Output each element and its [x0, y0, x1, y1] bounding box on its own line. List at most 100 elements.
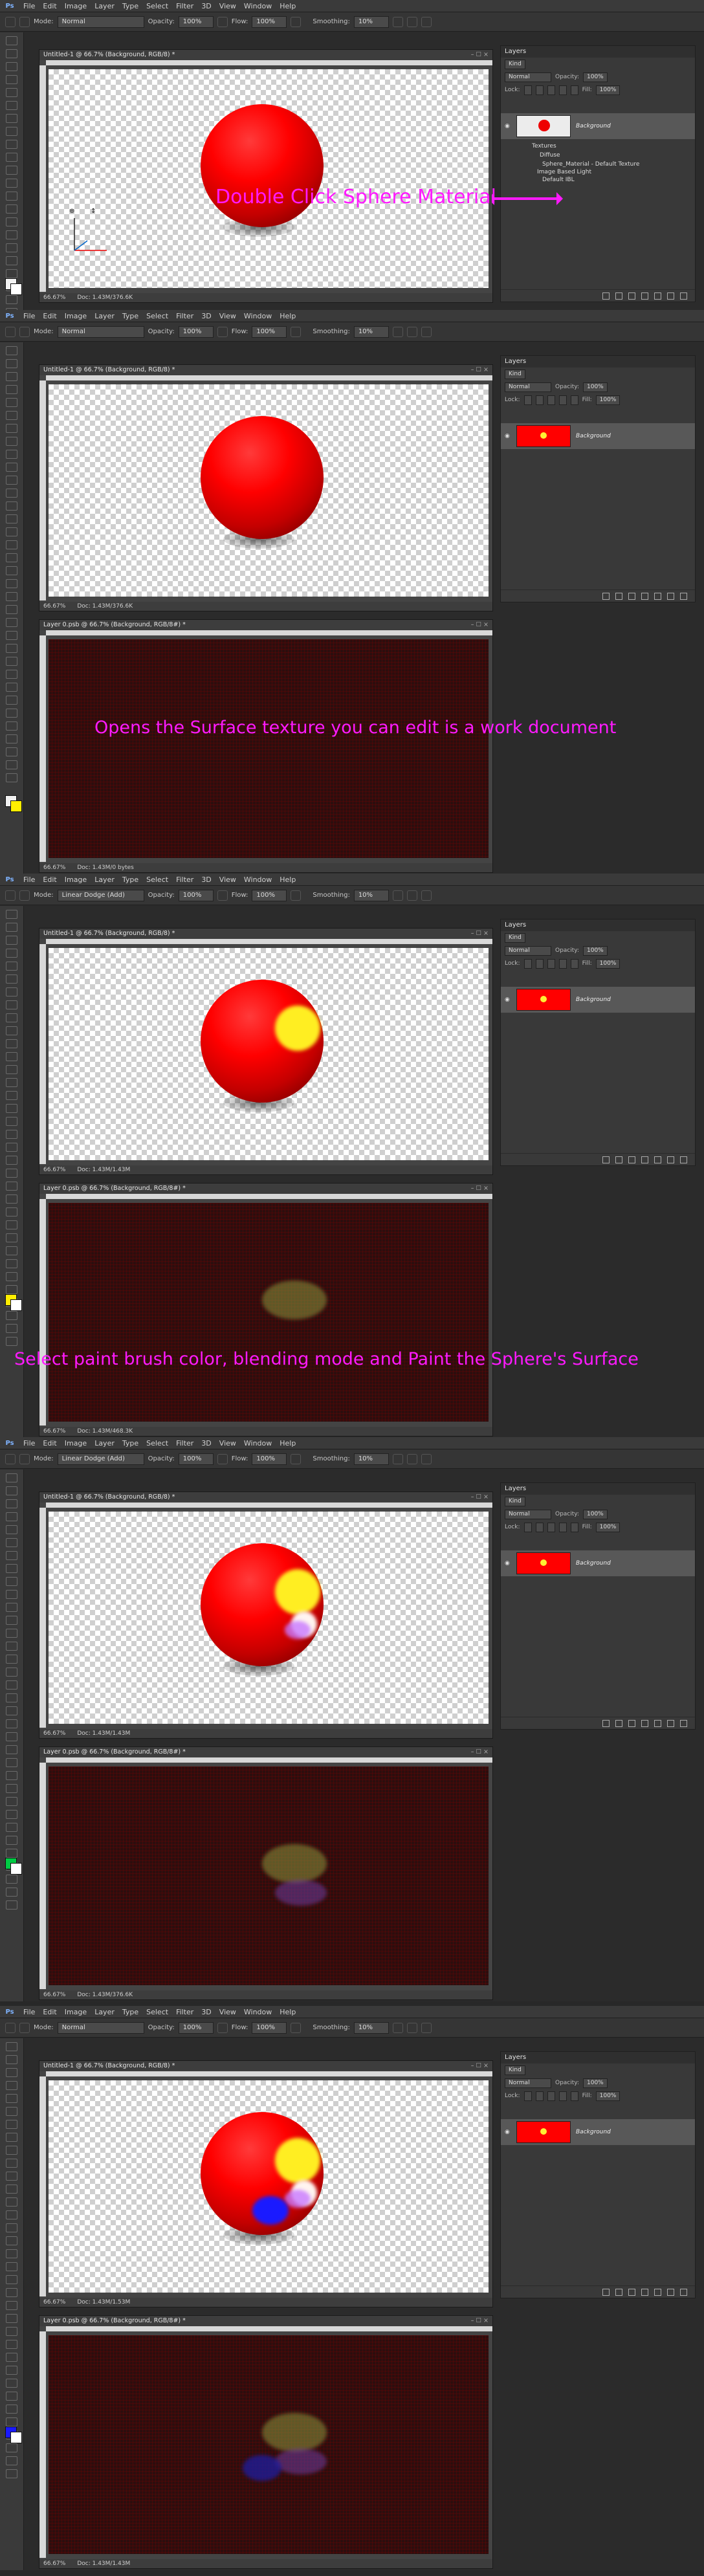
layer-action-icon[interactable]: [680, 2288, 687, 2296]
menu-item-edit[interactable]: Edit: [39, 2, 60, 10]
lock-icon[interactable]: [570, 395, 578, 405]
tool-icon[interactable]: [6, 1655, 17, 1664]
smoothing-field[interactable]: 10%: [353, 325, 389, 338]
menu-item-filter[interactable]: Filter: [172, 2, 197, 10]
smoothing-field[interactable]: 10%: [353, 889, 389, 901]
tool-icon[interactable]: [6, 1156, 17, 1165]
layer-action-icon[interactable]: [602, 1156, 610, 1163]
tool-icon[interactable]: [6, 75, 17, 84]
tool-icon[interactable]: [6, 1771, 17, 1780]
tool-icon[interactable]: [6, 1207, 17, 1216]
layer-action-icon[interactable]: [667, 1719, 674, 1727]
menu-item-window[interactable]: Window: [240, 312, 276, 320]
tool-icon[interactable]: [6, 760, 17, 769]
layer-action-icon[interactable]: [641, 592, 648, 600]
menu-item-layer[interactable]: Layer: [91, 2, 118, 10]
gear-icon[interactable]: [392, 16, 403, 27]
tool-icon[interactable]: [6, 1810, 17, 1819]
tool-icon[interactable]: [6, 88, 17, 97]
tool-icon[interactable]: [6, 101, 17, 110]
lock-icon[interactable]: [523, 1522, 532, 1532]
tool-icon[interactable]: [6, 1246, 17, 1255]
tool-icon[interactable]: [6, 1078, 17, 1087]
menu-item-select[interactable]: Select: [142, 2008, 172, 2016]
tool-icon[interactable]: [6, 1169, 17, 1178]
lock-icon[interactable]: [558, 1522, 567, 1532]
menu-item-file[interactable]: File: [19, 875, 39, 884]
tool-icon[interactable]: [6, 1758, 17, 1767]
tool-icon[interactable]: [6, 734, 17, 743]
tool-icon[interactable]: [6, 1745, 17, 1754]
menu-item-help[interactable]: Help: [276, 2008, 300, 2016]
tool-icon[interactable]: [6, 962, 17, 971]
brush-tool-icon[interactable]: [5, 2022, 16, 2033]
tool-icon[interactable]: [6, 2249, 17, 2258]
layer-action-icon[interactable]: [628, 592, 635, 600]
smoothing-field[interactable]: 10%: [353, 16, 389, 28]
tool-icon[interactable]: [6, 2107, 17, 2116]
symmetry-icon[interactable]: [421, 326, 432, 337]
lock-icon[interactable]: [570, 958, 578, 969]
pressure-opacity-icon[interactable]: [217, 1453, 228, 1464]
window-controls[interactable]: – ☐ ×: [471, 929, 489, 939]
kind-filter[interactable]: Kind: [505, 2065, 525, 2075]
tool-icon[interactable]: [6, 1888, 17, 1897]
layer-tree-item[interactable]: Diffuse: [540, 152, 560, 159]
gear-icon[interactable]: [392, 326, 403, 337]
window-controls[interactable]: – ☐ ×: [471, 365, 489, 375]
layer-action-icon[interactable]: [667, 2288, 674, 2296]
background-color-swatch[interactable]: [10, 1863, 22, 1875]
mode-select[interactable]: Linear Dodge (Add): [57, 889, 144, 901]
tool-icon[interactable]: [6, 359, 17, 368]
tool-icon[interactable]: [6, 1052, 17, 1061]
layer-action-icon[interactable]: [654, 1156, 661, 1163]
tool-icon[interactable]: [6, 709, 17, 718]
layer-action-icon[interactable]: [615, 292, 622, 300]
document-tab[interactable]: Untitled-1 @ 66.7% (Background, RGB/8) *…: [39, 365, 492, 375]
tool-icon[interactable]: [6, 1311, 17, 1320]
symmetry-icon[interactable]: [421, 2022, 432, 2033]
tool-icon[interactable]: [6, 910, 17, 919]
smoothing-field[interactable]: 10%: [353, 1453, 389, 1465]
tool-icon[interactable]: [6, 566, 17, 575]
tool-icon[interactable]: [6, 2236, 17, 2245]
tool-icon[interactable]: [6, 256, 17, 265]
tool-icon[interactable]: [6, 2120, 17, 2129]
menu-item-edit[interactable]: Edit: [39, 1439, 60, 1448]
tool-icon[interactable]: [6, 49, 17, 58]
menu-item-help[interactable]: Help: [276, 312, 300, 320]
tool-icon[interactable]: [6, 2210, 17, 2219]
tool-icon[interactable]: [6, 1182, 17, 1191]
opacity-field[interactable]: 100%: [178, 889, 214, 901]
layer-opacity-field[interactable]: 100%: [583, 945, 608, 956]
tool-icon[interactable]: [6, 2443, 17, 2452]
tool-icon[interactable]: [6, 1642, 17, 1651]
tool-icon[interactable]: [6, 527, 17, 536]
tool-icon[interactable]: [6, 1784, 17, 1793]
layer-action-icon[interactable]: [602, 2288, 610, 2296]
tool-icon[interactable]: [6, 2469, 17, 2478]
tool-icon[interactable]: [6, 1473, 17, 1482]
lock-icon[interactable]: [535, 85, 544, 95]
tool-icon[interactable]: [6, 2262, 17, 2271]
menu-item-help[interactable]: Help: [276, 875, 300, 884]
lock-icon[interactable]: [547, 1522, 555, 1532]
tool-icon[interactable]: [6, 372, 17, 381]
menu-item-type[interactable]: Type: [118, 2, 142, 10]
layer-action-icon[interactable]: [615, 1156, 622, 1163]
tool-icon[interactable]: [6, 1836, 17, 1845]
tool-icon[interactable]: [6, 644, 17, 653]
menu-item-select[interactable]: Select: [142, 875, 172, 884]
menu-item-filter[interactable]: Filter: [172, 2008, 197, 2016]
mode-select[interactable]: Normal: [57, 325, 144, 338]
kind-filter[interactable]: Kind: [505, 59, 525, 69]
layer-tree-item[interactable]: Sphere_Material - Default Texture: [542, 161, 639, 168]
blend-mode-select[interactable]: Normal: [505, 382, 551, 392]
fill-field[interactable]: 100%: [595, 1522, 621, 1532]
tool-icon[interactable]: [6, 437, 17, 446]
tool-icon[interactable]: [6, 230, 17, 239]
tool-icon[interactable]: [6, 2172, 17, 2181]
tool-icon[interactable]: [6, 2405, 17, 2414]
document-canvas[interactable]: [49, 1512, 489, 1724]
fill-field[interactable]: 100%: [595, 2091, 621, 2101]
